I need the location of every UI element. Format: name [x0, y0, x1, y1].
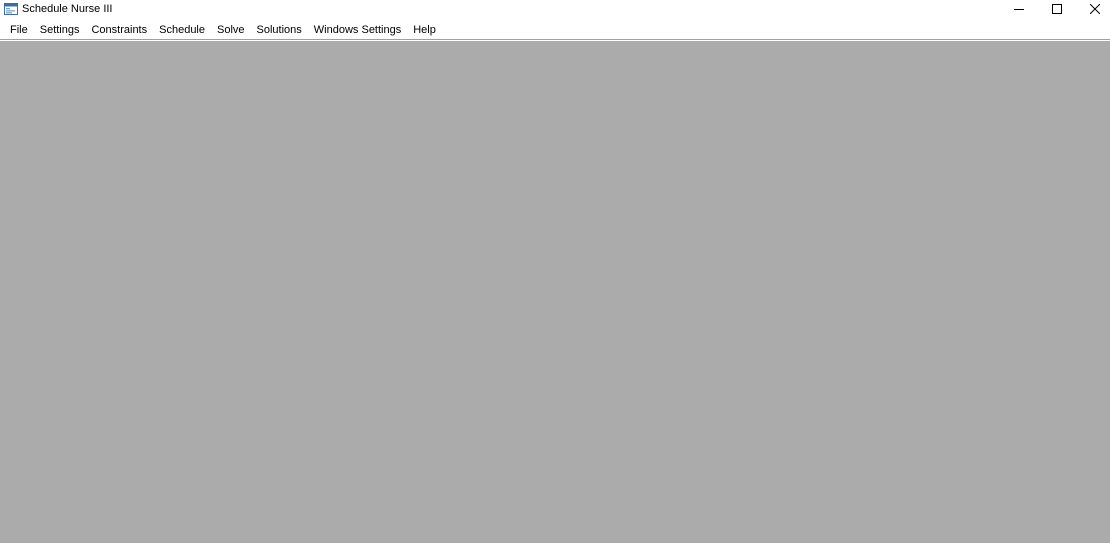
- window-title: Schedule Nurse III: [22, 3, 113, 15]
- close-button[interactable]: [1076, 0, 1110, 20]
- menu-help[interactable]: Help: [407, 21, 442, 39]
- menu-file[interactable]: File: [4, 21, 34, 39]
- menu-schedule[interactable]: Schedule: [153, 21, 211, 39]
- maximize-icon: [1052, 1, 1062, 19]
- menu-solutions[interactable]: Solutions: [251, 21, 308, 39]
- close-icon: [1089, 1, 1101, 19]
- menu-windows-settings[interactable]: Windows Settings: [308, 21, 407, 39]
- maximize-button[interactable]: [1038, 0, 1076, 20]
- minimize-button[interactable]: [1000, 0, 1038, 20]
- application-window: Schedule Nurse III File Settings Constra…: [0, 0, 1110, 543]
- app-window-icon[interactable]: [4, 2, 18, 15]
- mdi-workspace[interactable]: [0, 41, 1110, 543]
- menu-bar: File Settings Constraints Schedule Solve…: [0, 20, 1110, 40]
- title-bar[interactable]: Schedule Nurse III: [0, 0, 1110, 20]
- menu-solve[interactable]: Solve: [211, 21, 251, 39]
- menu-constraints[interactable]: Constraints: [85, 21, 153, 39]
- minimize-icon: [1014, 1, 1024, 19]
- menu-settings[interactable]: Settings: [34, 21, 86, 39]
